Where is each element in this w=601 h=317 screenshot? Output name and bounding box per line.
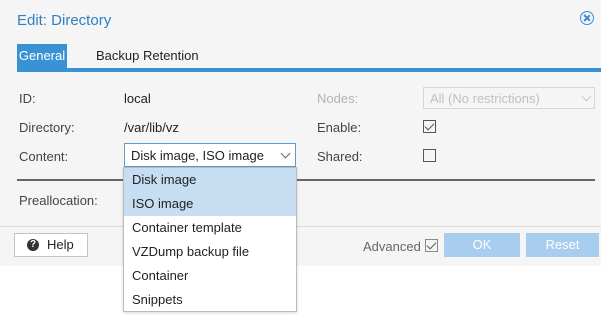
- advanced-checkbox[interactable]: [425, 239, 438, 252]
- option-iso-image[interactable]: ISO image: [124, 192, 296, 216]
- close-icon[interactable]: [580, 11, 594, 25]
- ok-button[interactable]: OK: [444, 233, 520, 257]
- help-label: Help: [47, 237, 74, 252]
- nodes-combobox: All (No restrictions): [423, 87, 595, 109]
- content-dropdown-list: Disk image ISO image Container template …: [123, 167, 297, 312]
- content-combobox-value: Disk image, ISO image: [131, 148, 264, 163]
- tab-backup-retention[interactable]: Backup Retention: [90, 44, 205, 68]
- shared-checkbox[interactable]: [423, 149, 436, 162]
- content-label: Content:: [19, 149, 69, 164]
- preallocation-label: Preallocation:: [19, 193, 98, 208]
- option-vzdump-backup-file[interactable]: VZDump backup file: [124, 240, 296, 264]
- id-value: local: [124, 91, 151, 106]
- advanced-label: Advanced: [363, 239, 421, 254]
- directory-label: Directory:: [19, 120, 75, 135]
- chevron-down-icon[interactable]: [280, 148, 291, 159]
- tab-bar: General Backup Retention: [17, 44, 601, 72]
- shared-label: Shared:: [317, 149, 363, 164]
- section-divider: [17, 179, 595, 181]
- option-snippets[interactable]: Snippets: [124, 288, 296, 312]
- directory-value: /var/lib/vz: [124, 120, 179, 135]
- enable-label: Enable:: [317, 120, 362, 135]
- edit-directory-dialog: Edit: Directory General Backup Retention…: [0, 0, 601, 266]
- dialog-title: Edit: Directory: [17, 12, 112, 29]
- tab-general[interactable]: General: [17, 44, 67, 68]
- enable-checkbox[interactable]: [423, 120, 436, 133]
- help-button[interactable]: ? Help: [14, 233, 88, 257]
- option-disk-image[interactable]: Disk image: [124, 168, 296, 192]
- id-label: ID:: [19, 91, 36, 106]
- nodes-combobox-value: All (No restrictions): [430, 91, 540, 106]
- chevron-down-icon: [581, 91, 592, 102]
- reset-button[interactable]: Reset: [526, 233, 599, 257]
- title-bar: Edit: Directory: [0, 0, 601, 40]
- option-container-template[interactable]: Container template: [124, 216, 296, 240]
- question-icon: ?: [27, 239, 39, 251]
- content-combobox[interactable]: Disk image, ISO image: [124, 143, 296, 167]
- option-container[interactable]: Container: [124, 264, 296, 288]
- nodes-label: Nodes:: [317, 91, 359, 106]
